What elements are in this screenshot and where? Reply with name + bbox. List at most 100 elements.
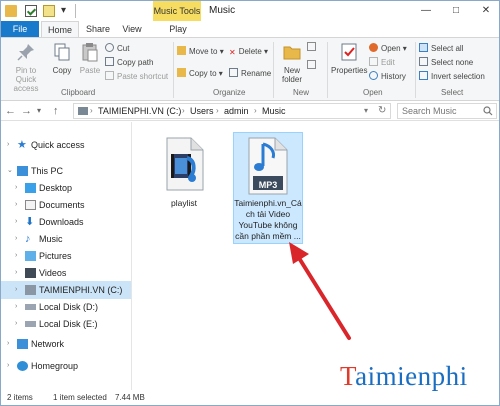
open-icon	[369, 43, 378, 52]
breadcrumb-users[interactable]: Users	[190, 104, 214, 118]
invert-selection-button[interactable]: Invert selection	[419, 71, 485, 83]
properties-check-icon[interactable]	[25, 5, 37, 17]
address-bar: ← → ▾ ↑ › TAIMIENPHI.VN (C:) › Users › a…	[1, 101, 499, 121]
tab-home[interactable]: Home	[41, 21, 79, 37]
new-folder-quick-icon[interactable]	[43, 5, 55, 17]
maximize-button[interactable]: □	[441, 1, 471, 21]
sidebar-item-music[interactable]: › ♪ Music	[1, 230, 131, 248]
address-dropdown-icon[interactable]: ▾	[364, 104, 368, 118]
chevron-right-icon[interactable]: ›	[7, 136, 9, 154]
breadcrumb-admin[interactable]: admin	[224, 104, 249, 118]
video-playlist-icon	[166, 137, 204, 191]
history-button[interactable]: History	[369, 71, 406, 83]
chevron-right-icon[interactable]: ›	[15, 281, 17, 299]
up-arrow-icon[interactable]: ↑	[53, 104, 59, 118]
sidebar-item-this-pc[interactable]: ⌄ This PC	[1, 162, 131, 180]
sidebar-item-drive-d[interactable]: › Local Disk (D:)	[1, 298, 131, 316]
chevron-right-icon[interactable]: ›	[15, 315, 17, 333]
file-item-playlist[interactable]: playlist	[155, 134, 213, 216]
chevron-right-icon[interactable]: ›	[15, 196, 17, 214]
sidebar-item-label: Network	[31, 339, 65, 349]
move-to-button[interactable]: Move to ▾	[177, 46, 224, 58]
tab-file[interactable]: File	[1, 21, 39, 37]
address-box[interactable]: › TAIMIENPHI.VN (C:) › Users › admin › M…	[73, 103, 391, 119]
chevron-right-icon[interactable]: ›	[15, 298, 17, 316]
search-icon[interactable]	[483, 106, 493, 116]
copy-button[interactable]: Copy	[49, 42, 75, 75]
easy-access-button[interactable]	[307, 60, 319, 72]
scissors-icon	[105, 43, 114, 52]
easy-access-icon	[307, 60, 316, 69]
chevron-down-icon[interactable]: ⌄	[7, 162, 13, 180]
cut-button[interactable]: Cut	[105, 43, 129, 55]
copy-to-icon	[177, 68, 186, 77]
copy-label: Copy	[52, 66, 72, 75]
chevron-right-icon[interactable]: ›	[15, 213, 17, 231]
recent-chevron-icon[interactable]: ▾	[37, 104, 41, 118]
copy-path-button[interactable]: Copy path	[105, 57, 153, 69]
tab-play[interactable]: Play	[163, 21, 193, 37]
sidebar-item-quick-access[interactable]: › ★ Quick access	[1, 136, 131, 154]
ribbon-tabs: File Home Share View Play	[1, 21, 499, 37]
group-separator	[327, 42, 328, 98]
select-none-label: Select none	[431, 58, 474, 67]
computer-icon	[17, 166, 28, 176]
chevron-right-icon[interactable]: ›	[7, 335, 9, 353]
new-folder-button[interactable]: New folder	[277, 42, 307, 84]
forward-arrow-icon[interactable]: →	[21, 104, 32, 118]
music-tools-context-tab[interactable]: Music Tools	[153, 1, 201, 21]
search-box[interactable]	[397, 103, 497, 119]
invert-selection-icon	[419, 71, 428, 80]
sidebar-item-desktop[interactable]: › Desktop	[1, 179, 131, 197]
sidebar-item-label: Quick access	[31, 140, 85, 150]
file-list: playlist MP3 Taimienphi.vn_Cá ch tải Vid…	[133, 122, 499, 390]
search-input[interactable]	[402, 105, 480, 117]
file-name-line: YouTube không	[238, 220, 298, 230]
back-arrow-icon[interactable]: ←	[5, 104, 16, 118]
chevron-right-icon[interactable]: ›	[15, 230, 17, 248]
file-item-mp3[interactable]: MP3 Taimienphi.vn_Cá ch tải Video YouTub…	[233, 132, 303, 244]
breadcrumb-separator: ›	[182, 106, 185, 115]
watermark-rest: aimienphi	[355, 361, 468, 391]
sidebar-item-pictures[interactable]: › Pictures	[1, 247, 131, 265]
chevron-right-icon[interactable]: ›	[15, 179, 17, 197]
sidebar-item-drive-c[interactable]: › TAIMIENPHI.VN (C:)	[1, 281, 131, 299]
paste-label: Paste	[79, 66, 101, 75]
select-none-button[interactable]: Select none	[419, 57, 473, 69]
selection-size: 7.44 MB	[115, 393, 145, 402]
breadcrumb-music[interactable]: Music	[262, 104, 286, 118]
sidebar-item-drive-e[interactable]: › Local Disk (E:)	[1, 315, 131, 333]
new-item-button[interactable]	[307, 42, 319, 54]
tab-share[interactable]: Share	[83, 21, 113, 37]
sidebar-item-documents[interactable]: › Documents	[1, 196, 131, 214]
chevron-right-icon[interactable]: ›	[15, 247, 17, 265]
sidebar-item-label: Homegroup	[31, 361, 79, 371]
open-button[interactable]: Open ▾	[369, 43, 407, 55]
sidebar-item-network[interactable]: › Network	[1, 335, 131, 353]
select-all-button[interactable]: Select all	[419, 43, 463, 55]
sidebar-item-homegroup[interactable]: › Homegroup	[1, 357, 131, 375]
new-item-icon	[307, 42, 316, 51]
copy-to-label: Copy to	[189, 69, 217, 78]
refresh-icon[interactable]: ↻	[378, 104, 386, 118]
breadcrumb-drive[interactable]: TAIMIENPHI.VN (C:)	[98, 104, 181, 118]
rename-button[interactable]: Rename	[229, 68, 271, 80]
chevron-right-icon[interactable]: ›	[7, 357, 9, 375]
quick-access-chevron-icon[interactable]: ▾	[61, 5, 73, 17]
delete-button[interactable]: ✕ Delete ▾	[229, 46, 268, 58]
chevron-right-icon[interactable]: ›	[15, 264, 17, 282]
pin-quick-access-button[interactable]: Pin to Quick access	[5, 42, 47, 93]
properties-icon	[341, 43, 357, 61]
file-name-line: ch tải Video	[245, 209, 291, 219]
minimize-button[interactable]: —	[411, 1, 441, 21]
paste-shortcut-button[interactable]: Paste shortcut	[105, 71, 168, 83]
paste-button[interactable]: Paste	[77, 42, 103, 75]
tab-view[interactable]: View	[117, 21, 147, 37]
sidebar-item-videos[interactable]: › Videos	[1, 264, 131, 282]
breadcrumb-separator: ›	[216, 106, 219, 115]
sidebar-item-downloads[interactable]: › ⬇ Downloads	[1, 213, 131, 231]
copy-to-button[interactable]: Copy to ▾	[177, 68, 223, 80]
properties-button[interactable]: Properties	[331, 42, 367, 75]
close-button[interactable]: ✕	[471, 1, 499, 21]
edit-button[interactable]: Edit	[369, 57, 395, 69]
